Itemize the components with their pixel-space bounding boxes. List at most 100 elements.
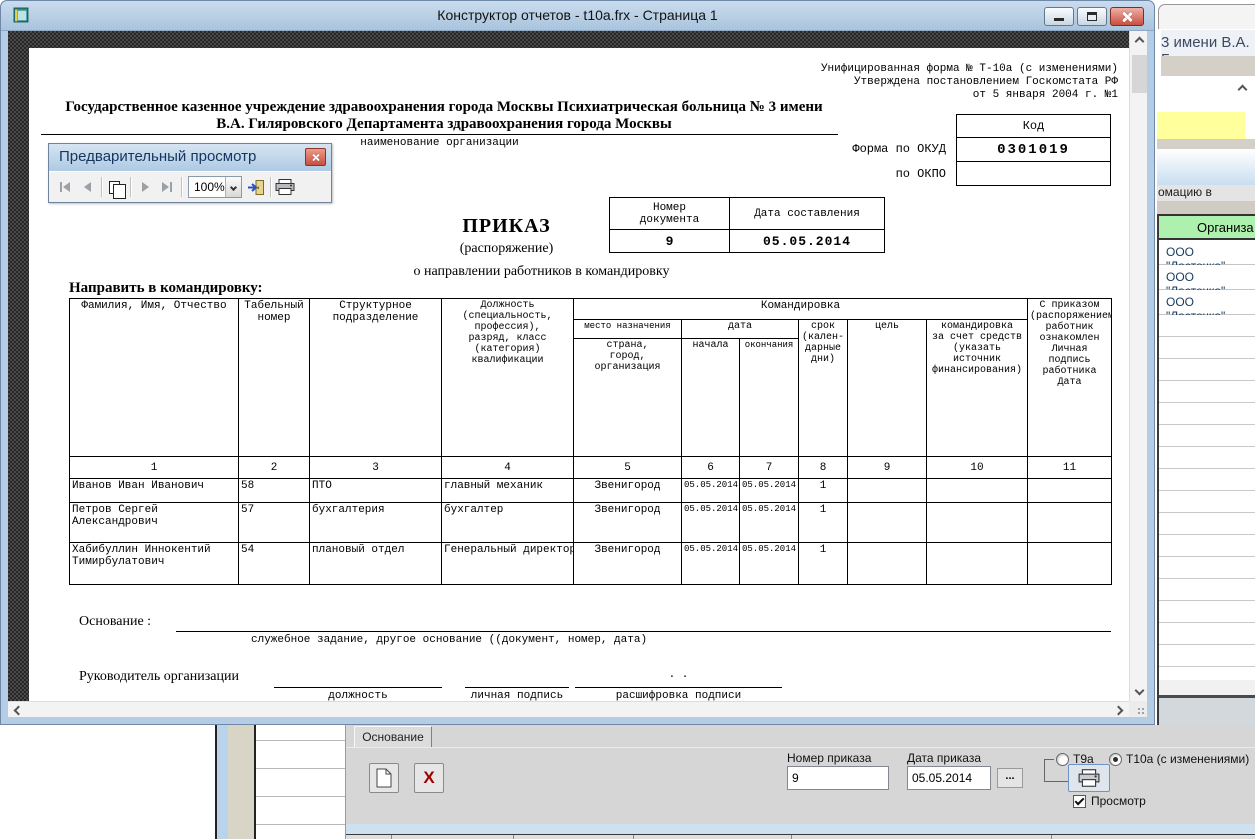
horizontal-scrollbar[interactable] — [8, 701, 1129, 717]
new-document-button[interactable] — [369, 763, 399, 793]
okud-value: 0301019 — [957, 138, 1111, 162]
scroll-left-icon[interactable] — [14, 706, 24, 716]
delete-button[interactable]: X — [414, 763, 444, 793]
scroll-up-icon[interactable] — [1135, 37, 1145, 47]
next-page-icon — [142, 182, 149, 192]
maximize-button[interactable] — [1077, 7, 1107, 26]
col-num: 10 — [927, 457, 1028, 479]
scroll-up-icon[interactable] — [1238, 85, 1248, 95]
background-window-right-edge: 3 имени В.А. Г омацию в карточки Организ… — [1155, 0, 1255, 839]
close-button[interactable] — [1110, 7, 1144, 26]
radio-t10a-label[interactable]: Т10а (с изменениями) — [1126, 752, 1249, 766]
delete-x-icon: X — [423, 768, 434, 788]
order-date-input[interactable] — [907, 766, 991, 790]
grid-tick — [791, 835, 792, 839]
toolbar-separator — [130, 177, 131, 197]
background-grid-edge — [346, 835, 1255, 839]
doc-date-label: Дата составления — [730, 198, 885, 230]
empty-grid-rows — [1159, 315, 1255, 680]
preview-checkbox[interactable] — [1073, 795, 1086, 808]
radio-t9a[interactable] — [1056, 753, 1069, 766]
cell-funding — [927, 503, 1028, 543]
col-num: 5 — [574, 457, 682, 479]
minimize-button[interactable] — [1044, 7, 1074, 26]
preview-toolbar-titlebar[interactable]: Предварительный просмотр — [49, 144, 331, 171]
background-note-fragment: омацию в карточки — [1157, 185, 1255, 201]
header-tab-num: Табельный номер — [239, 299, 310, 457]
vertical-scrollbar[interactable] — [1129, 31, 1147, 701]
form-approval-note: Унифицированная форма № Т-10а (с изменен… — [821, 63, 1118, 102]
grid-tick — [391, 835, 392, 839]
new-document-icon — [376, 768, 392, 788]
highlighted-field[interactable] — [1157, 112, 1245, 139]
zoom-dropdown-button[interactable] — [225, 177, 241, 197]
list-item[interactable]: ООО "Ласточка" — [1159, 265, 1255, 290]
window-titlebar[interactable]: Конструктор отчетов - t10a.frx - Страниц… — [1, 1, 1154, 31]
header-acquainted: С приказом (распоряжением) работник озна… — [1028, 299, 1112, 457]
cell-tab-num: 58 — [239, 479, 310, 503]
signature-line — [575, 687, 782, 688]
preview-close-button[interactable] — [305, 148, 326, 166]
resize-grip-dots — [1138, 708, 1146, 716]
radio-t10a[interactable] — [1109, 753, 1122, 766]
table-row: Петров Сергей Александрович 57 бухгалтер… — [70, 503, 1112, 543]
last-page-icon — [162, 182, 169, 192]
list-item[interactable]: ООО "Ласточка" — [1159, 290, 1255, 315]
toolbar-separator — [181, 177, 182, 197]
col-num: 11 — [1028, 457, 1112, 479]
exit-preview-button[interactable] — [245, 176, 267, 198]
header-position: Должность (специальность, профессия), ра… — [442, 299, 574, 457]
header-destination: страна, город, организация — [574, 339, 682, 457]
okud-label: Форма по ОКУД — [852, 142, 946, 156]
close-icon — [311, 153, 320, 162]
previous-page-button[interactable] — [76, 176, 98, 198]
scroll-right-icon[interactable] — [1114, 706, 1124, 716]
vertical-scrollbar-thumb[interactable] — [1132, 55, 1147, 93]
header-days: срок (кален- дарные дни) — [799, 320, 848, 457]
code-header: Код — [957, 115, 1111, 138]
header-funding: командировка за счет средств (указать ис… — [927, 320, 1028, 457]
header-purpose: цель — [848, 320, 927, 457]
cell-date-end: 05.05.2014 — [740, 479, 799, 503]
order-subtitle: (распоряжение) — [409, 241, 604, 257]
cell-position: главный механик — [442, 479, 574, 503]
manager-label: Руководитель организации — [79, 669, 239, 685]
preview-checkbox-label[interactable]: Просмотр — [1091, 794, 1146, 808]
order-number-input[interactable] — [787, 766, 889, 790]
report-designer-window: Конструктор отчетов - t10a.frx - Страниц… — [0, 0, 1155, 725]
basis-label: Основание : — [79, 614, 151, 630]
scroll-down-icon[interactable] — [1135, 686, 1145, 696]
window-title: Конструктор отчетов - t10a.frx - Страниц… — [1, 7, 1154, 23]
tab-osnovanie[interactable]: Основание — [354, 726, 432, 747]
tab-divider — [346, 747, 1255, 748]
first-page-button[interactable] — [54, 176, 76, 198]
col-num: 3 — [310, 457, 442, 479]
list-item[interactable]: ООО "Ласточка" — [1159, 240, 1255, 265]
basis-caption: служебное задание, другое основание ((до… — [251, 634, 647, 646]
signature-line — [465, 687, 569, 688]
print-button[interactable] — [274, 176, 296, 198]
cell-acquainted — [1028, 503, 1112, 543]
copy-pages-button[interactable] — [105, 176, 127, 198]
cell-date-start: 05.05.2014 — [682, 543, 740, 585]
zoom-select[interactable]: 100% — [188, 176, 242, 198]
last-page-button[interactable] — [156, 176, 178, 198]
organization-underline — [41, 134, 838, 135]
cell-destination: Звенигород — [574, 503, 682, 543]
resize-grip[interactable] — [1129, 701, 1147, 717]
okpo-label: по ОКПО — [896, 167, 946, 181]
zoom-value: 100% — [189, 177, 225, 197]
order-number-label: Номер приказа — [787, 751, 871, 765]
printer-icon — [1078, 769, 1100, 787]
basis-underline — [176, 631, 1111, 632]
maximize-icon — [1087, 12, 1097, 21]
doc-date-value: 05.05.2014 — [730, 230, 885, 253]
organization-column-header[interactable]: Организа — [1159, 214, 1255, 240]
cell-days: 1 — [799, 503, 848, 543]
date-browse-button[interactable]: ... — [997, 768, 1023, 788]
background-gradient-band — [1157, 149, 1255, 185]
connector-line — [1044, 759, 1054, 760]
next-page-button[interactable] — [134, 176, 156, 198]
last-page-icon — [170, 182, 172, 192]
print-button[interactable] — [1068, 764, 1110, 792]
